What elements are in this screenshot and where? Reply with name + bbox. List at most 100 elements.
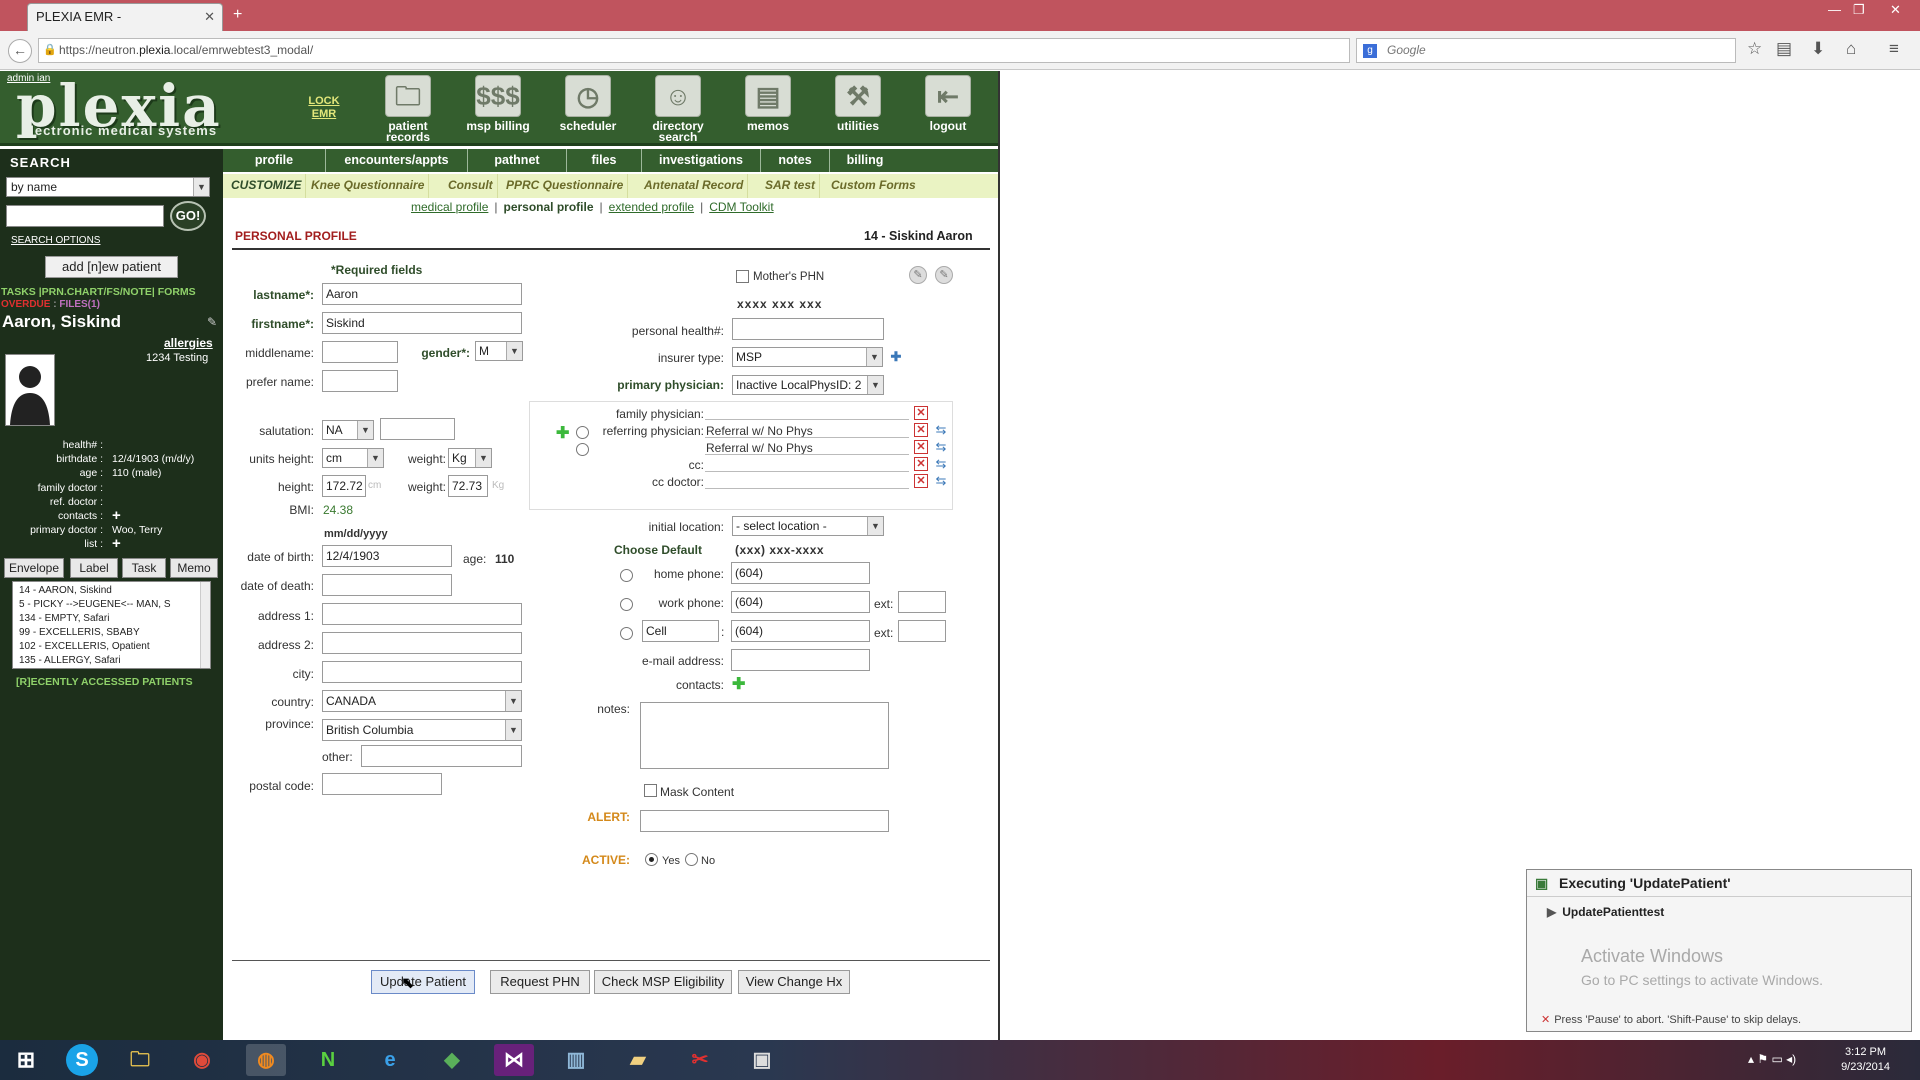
minimize-icon[interactable]: — bbox=[1828, 2, 1841, 17]
personal-profile-link[interactable]: personal profile bbox=[504, 200, 594, 214]
add-insurer-icon[interactable]: ✚ bbox=[889, 350, 903, 364]
tab-knee-questionnaire[interactable]: Knee Questionnaire bbox=[307, 174, 430, 198]
remove-icon[interactable]: ✕ bbox=[914, 440, 928, 454]
recent-patient-item[interactable]: 102 - EXCELLERIS, Opatient bbox=[19, 640, 210, 654]
weight-field[interactable]: 72.73 bbox=[448, 475, 488, 497]
window-app-icon[interactable]: ▣ bbox=[742, 1044, 782, 1076]
close-window-icon[interactable]: ✕ bbox=[1890, 2, 1901, 18]
close-tab-icon[interactable]: ✕ bbox=[204, 4, 215, 30]
reading-list-icon[interactable]: ▤ bbox=[1776, 39, 1792, 59]
cell-ext-field[interactable] bbox=[898, 620, 946, 642]
tab-antenatal-record[interactable]: Antenatal Record bbox=[640, 174, 749, 198]
province-select[interactable]: British Columbia ▼ bbox=[322, 719, 522, 741]
tab-custom-forms[interactable]: Custom Forms bbox=[827, 174, 920, 198]
remove-icon[interactable]: ✕ bbox=[914, 406, 928, 420]
extended-profile-link[interactable]: extended profile bbox=[609, 200, 694, 214]
patient-records-button[interactable]: 🗀 patient records bbox=[366, 75, 450, 143]
medical-profile-link[interactable]: medical profile bbox=[411, 200, 488, 214]
email-field[interactable] bbox=[731, 649, 870, 671]
recent-patients-list[interactable]: 14 - AARON, Siskind 5 - PICKY -->EUGENE<-… bbox=[12, 581, 211, 669]
recent-patient-item[interactable]: 99 - EXCELLERIS, SBABY bbox=[19, 626, 210, 640]
scheduler-button[interactable]: ◷ scheduler bbox=[546, 75, 630, 143]
msp-billing-button[interactable]: $$$ msp billing bbox=[456, 75, 540, 143]
patient-detail-value[interactable]: + bbox=[112, 508, 121, 523]
search-options-link[interactable]: SEARCH OPTIONS bbox=[11, 235, 100, 246]
notes-field[interactable] bbox=[640, 702, 889, 769]
allergies-link[interactable]: allergies bbox=[164, 336, 213, 350]
task-button[interactable]: Task bbox=[122, 558, 166, 578]
work-phone-default-radio[interactable] bbox=[620, 598, 633, 611]
overdue-label[interactable]: OVERDUE bbox=[1, 299, 50, 310]
lookup-icon[interactable]: ⇆ bbox=[934, 457, 948, 471]
phone-type-field[interactable]: Cell bbox=[642, 620, 719, 642]
address-bar[interactable]: 🔒 https://neutron.plexia.local/emrwebtest… bbox=[38, 38, 1350, 63]
file-explorer-icon[interactable]: 🗀 bbox=[120, 1044, 160, 1076]
tab-billing[interactable]: billing bbox=[830, 149, 900, 172]
remove-icon[interactable]: ✕ bbox=[914, 457, 928, 471]
patient-search-input[interactable] bbox=[6, 205, 164, 227]
tray-icons[interactable]: ▴ ⚑ ▭ ◂) bbox=[1748, 1052, 1796, 1066]
salutation-other-field[interactable] bbox=[380, 418, 455, 440]
cell-phone-field[interactable]: (604) bbox=[731, 620, 870, 642]
tab-sar-test[interactable]: SAR test bbox=[761, 174, 821, 198]
skype-icon[interactable]: S bbox=[66, 1044, 98, 1076]
browser-tab[interactable]: PLEXIA EMR - emrwebtest3_m...✕ bbox=[27, 3, 223, 50]
lookup-icon[interactable]: ⇆ bbox=[934, 474, 948, 488]
view-change-hx-button[interactable]: View Change Hx bbox=[738, 970, 850, 994]
edit-icon[interactable]: ✎ bbox=[207, 315, 217, 329]
salutation-select[interactable]: NA ▼ bbox=[322, 420, 374, 440]
pill-icon[interactable]: ✎ bbox=[935, 266, 953, 284]
personal-health-field[interactable] bbox=[732, 318, 884, 340]
recent-patient-item[interactable]: 135 - ALLERGY, Safari bbox=[19, 654, 210, 668]
star-icon[interactable]: ☆ bbox=[1747, 39, 1762, 59]
label-button[interactable]: Label bbox=[70, 558, 118, 578]
go-button[interactable]: GO! bbox=[170, 201, 206, 231]
tab-pathnet[interactable]: pathnet bbox=[468, 149, 567, 172]
remove-icon[interactable]: ✕ bbox=[914, 474, 928, 488]
request-phn-button[interactable]: Request PHN bbox=[490, 970, 590, 994]
country-select[interactable]: CANADA ▼ bbox=[322, 690, 522, 712]
envelope-button[interactable]: Envelope bbox=[4, 558, 64, 578]
internet-explorer-icon[interactable]: e bbox=[370, 1044, 410, 1076]
tab-encounters[interactable]: encounters/appts bbox=[326, 149, 468, 172]
browser-search-input[interactable]: g Google bbox=[1356, 38, 1736, 63]
tab-notes[interactable]: notes bbox=[761, 149, 830, 172]
memo-button[interactable]: Memo bbox=[170, 558, 218, 578]
referring-radio-2[interactable] bbox=[576, 443, 589, 456]
tab-investigations[interactable]: investigations bbox=[642, 149, 761, 172]
tab-pprc-questionnaire[interactable]: PPRC Questionnaire bbox=[502, 174, 629, 198]
alert-field[interactable] bbox=[640, 810, 889, 832]
search-by-select[interactable]: by name ▼ bbox=[6, 177, 210, 197]
building-app-icon[interactable]: ▥ bbox=[556, 1044, 596, 1076]
overdue-files[interactable]: OVERDUE : FILES(1) bbox=[1, 299, 100, 310]
recent-patient-item[interactable]: 5 - PICKY -->EUGENE<-- MAN, S bbox=[19, 598, 210, 612]
lookup-icon[interactable]: ⇆ bbox=[934, 423, 948, 437]
home-phone-default-radio[interactable] bbox=[620, 569, 633, 582]
pill-icon[interactable]: ✎ bbox=[909, 266, 927, 284]
prefer-name-field[interactable] bbox=[322, 370, 398, 392]
province-other-field[interactable] bbox=[361, 745, 522, 767]
initial-location-select[interactable]: - select location - ▼ bbox=[732, 516, 884, 536]
dod-field[interactable] bbox=[322, 574, 452, 596]
cube-app-icon[interactable]: ◆ bbox=[432, 1044, 472, 1076]
tab-profile[interactable]: profile bbox=[223, 149, 326, 172]
firefox-icon[interactable]: ◍ bbox=[246, 1044, 286, 1076]
active-no-radio[interactable] bbox=[685, 853, 698, 866]
home-phone-field[interactable]: (604) bbox=[731, 562, 870, 584]
logout-button[interactable]: ⇤ logout bbox=[906, 75, 990, 143]
height-field[interactable]: 172.72 bbox=[322, 475, 366, 497]
task-links[interactable]: TASKS |PRN.CHART/FS/NOTE| FORMS bbox=[1, 286, 196, 298]
clock[interactable]: 3:12 PM 9/23/2014 bbox=[1841, 1045, 1890, 1075]
menu-icon[interactable]: ≡ bbox=[1889, 39, 1899, 59]
memos-button[interactable]: ▤ memos bbox=[726, 75, 810, 143]
mothers-phn-checkbox[interactable] bbox=[736, 270, 749, 283]
download-icon[interactable]: ⬇ bbox=[1811, 39, 1825, 59]
visual-studio-icon[interactable]: ⋈ bbox=[494, 1044, 534, 1076]
lastname-field[interactable]: Aaron bbox=[322, 283, 522, 305]
cdm-toolkit-link[interactable]: CDM Toolkit bbox=[709, 200, 773, 214]
postal-code-field[interactable] bbox=[322, 773, 442, 795]
cell-phone-default-radio[interactable] bbox=[620, 627, 633, 640]
scrollbar[interactable] bbox=[200, 582, 210, 668]
work-ext-field[interactable] bbox=[898, 591, 946, 613]
address2-field[interactable] bbox=[322, 632, 522, 654]
